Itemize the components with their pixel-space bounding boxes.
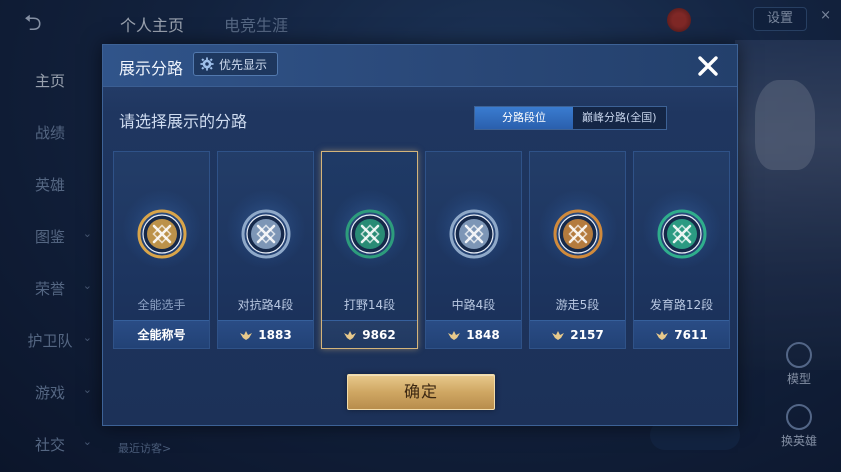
lane-mode-toggle: 分路段位 巅峰分路(全国) [474,106,667,130]
lane-card[interactable]: 游走5段 2157 [529,151,626,349]
modal-header: 展示分路 优先显示 [103,45,737,87]
lane-score-bar: 2157 [530,320,625,348]
clash-lane-emblem-icon [241,209,291,259]
lane-score: 7611 [674,327,708,342]
modal-title: 展示分路 [119,59,184,78]
tab-lane-rank[interactable]: 分路段位 [475,107,573,129]
lane-score-bar: 1848 [426,320,521,348]
lane-score: 9862 [362,327,396,342]
lane-card[interactable]: 打野14段 9862 [321,151,418,349]
lane-name: 中路4段 [451,298,496,312]
lane-name: 游走5段 [555,298,600,312]
lane-name: 对抗路4段 [237,298,294,312]
lane-name: 全能选手 [137,298,186,312]
score-wings-icon [656,330,669,340]
lane-name: 打野14段 [343,298,396,312]
priority-display-button[interactable]: 优先显示 [193,52,279,76]
lane-score: 2157 [570,327,604,342]
lane-score: 1883 [258,327,292,342]
lane-name: 发育路12段 [649,298,714,312]
close-icon [698,56,718,76]
lane-card[interactable]: 中路4段 1848 [425,151,522,349]
lane-select-prompt: 请选择展示的分路 [119,112,248,131]
score-wings-icon [448,330,461,340]
lane-score: 1848 [466,327,500,342]
score-wings-icon [240,330,253,340]
tab-peak-lane-national[interactable]: 巅峰分路(全国) [573,107,666,129]
close-button[interactable] [693,51,723,81]
lane-card-list: 全能选手 全能称号 对抗路4段 1883 打野14段 9862 中路4段 1848 游走5段 21… [113,151,730,349]
lane-score-bar: 7611 [634,320,729,348]
score-wings-icon [344,330,357,340]
priority-display-label: 优先显示 [219,57,268,72]
jungle-emblem-icon [345,209,395,259]
confirm-button[interactable]: 确定 [347,374,495,410]
score-wings-icon [552,330,565,340]
lane-card[interactable]: 对抗路4段 1883 [217,151,314,349]
lane-card[interactable]: 全能选手 全能称号 [113,151,210,349]
lane-score: 全能称号 [137,328,186,342]
lane-score-bar: 全能称号 [114,320,209,348]
lane-display-modal: 展示分路 优先显示 请选择展示的分路 分路段位 巅峰分路(全国) 全能选手 全能… [102,44,738,426]
lane-card[interactable]: 发育路12段 7611 [633,151,730,349]
mid-lane-emblem-icon [449,209,499,259]
gear-icon [200,57,214,71]
lane-score-bar: 9862 [322,320,417,348]
lane-score-bar: 1883 [218,320,313,348]
roam-emblem-icon [553,209,603,259]
farm-lane-emblem-icon [657,209,707,259]
all-round-emblem-icon [137,209,187,259]
